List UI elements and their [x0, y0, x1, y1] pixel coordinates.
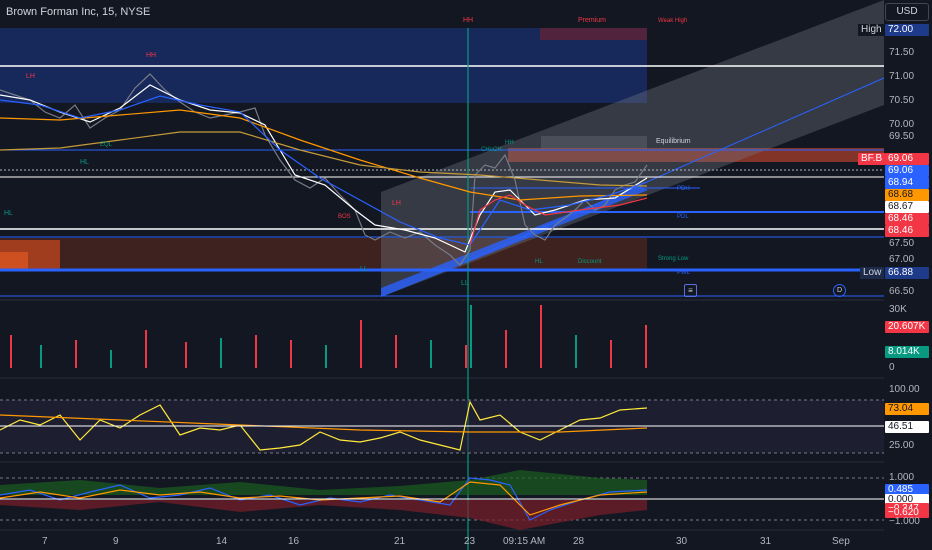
price-tick: 70.00: [889, 119, 915, 130]
high-price-tag: 72.00: [885, 24, 929, 36]
time-tick: 21: [394, 536, 406, 547]
time-tick: 28: [573, 536, 585, 547]
currency-button[interactable]: USD: [885, 3, 929, 21]
time-tick: 9: [113, 536, 119, 547]
pwl-label: PWL: [677, 270, 691, 276]
order-block-left-inner: [0, 252, 28, 270]
price-tag-red: 68.46: [885, 225, 929, 237]
osc-green-band: [0, 470, 647, 495]
weak-high-zone: [540, 28, 647, 40]
eql-label: EQL: [100, 142, 113, 148]
hh-label: HH: [146, 52, 157, 59]
high-label: High: [858, 24, 885, 36]
price-tick: 69.50: [889, 131, 915, 142]
hl-label: HL: [80, 159, 89, 166]
premium-label: Premium: [578, 17, 607, 24]
price-tick: 67.50: [889, 238, 915, 249]
price-tag-white: 68.67: [885, 201, 929, 213]
hh-label: HH: [505, 140, 514, 146]
hl-label: HL: [4, 210, 13, 217]
osc-tick: −1.000: [889, 516, 920, 527]
time-tick: 30: [676, 536, 688, 547]
price-tick: 67.00: [889, 254, 915, 265]
symbol-label: BF.B: [858, 153, 886, 165]
ll-label: LL: [461, 280, 469, 287]
bos-label: BOS: [338, 214, 351, 220]
rsi-tag-orange: 73.04: [885, 403, 929, 415]
time-tick: 16: [288, 536, 300, 547]
strong-low-label: Strong Low: [658, 256, 689, 262]
volume-tag-green: 8.014K: [885, 346, 929, 358]
price-tag-blue: 68.94: [885, 177, 929, 189]
pdl-label: PDL: [677, 214, 689, 220]
volume-tick: 0: [889, 362, 895, 373]
rsi-tick: 100.00: [889, 384, 920, 395]
price-tick: 71.50: [889, 47, 915, 58]
lh-label: LH: [392, 200, 401, 207]
osc-red-band: [0, 500, 647, 530]
low-label: Low: [860, 267, 885, 279]
time-tick: 31: [760, 536, 772, 547]
time-tick: 7: [42, 536, 48, 547]
low-price-tag: 66.88: [885, 267, 929, 279]
lh-label: LH: [26, 73, 35, 80]
price-tag-orange: 68.68: [885, 189, 929, 201]
price-tag-red: 68.46: [885, 213, 929, 225]
time-tick: 14: [216, 536, 228, 547]
rsi-tick: 25.00: [889, 440, 915, 451]
equilibrium-label: Equilibrium: [656, 138, 691, 145]
volume-bars: [10, 305, 647, 368]
volume-tag-red: 20.607K: [885, 321, 929, 333]
time-tick: 09:15 AM: [503, 536, 546, 547]
discount-zone: [0, 238, 647, 271]
time-tick: Sep: [832, 536, 850, 547]
volume-tick: 30K: [889, 304, 907, 315]
discount-label: Discount: [578, 259, 602, 265]
hl-label: HL: [535, 259, 543, 265]
price-tick: 71.00: [889, 71, 915, 82]
osc-tick: 1.000: [889, 472, 915, 483]
ll-label: LL: [360, 266, 368, 273]
chart-canvas[interactable]: [0, 0, 932, 550]
menu-icon[interactable]: ≡: [684, 284, 697, 297]
time-tick: 23: [464, 536, 476, 547]
choch-label: CHoCH: [481, 147, 502, 153]
price-tick: 66.50: [889, 286, 915, 297]
hh-label: HH: [463, 17, 474, 24]
price-tag-blue: 69.06: [885, 165, 929, 177]
price-tick: 70.50: [889, 95, 915, 106]
rsi-tag-white: 46.51: [885, 421, 929, 433]
symbol-title: Brown Forman Inc, 15, NYSE: [6, 6, 151, 18]
dividend-icon[interactable]: D: [833, 284, 846, 297]
weak-high-label: Weak High: [658, 18, 688, 24]
pdh-label: PDH: [677, 186, 690, 192]
last-price-tag: 69.06: [885, 153, 929, 165]
